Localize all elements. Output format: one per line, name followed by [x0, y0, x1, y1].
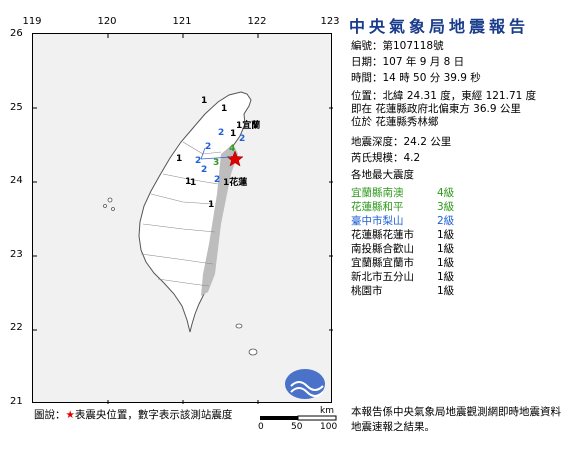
report-depth: 24.2 公里 [403, 136, 452, 148]
lat-label-26: 26 [10, 28, 23, 39]
scale-tick-50: 50 [291, 422, 303, 432]
intensity-level: 4級 [437, 187, 455, 199]
report-date: 107 年 9 月 8 日 [382, 56, 465, 68]
lon-label-122: 122 [247, 16, 267, 27]
report-depth-row: 地震深度：24.2 公里 [351, 136, 451, 148]
station-label: 2 [218, 128, 225, 138]
station-label: 2 [239, 134, 246, 144]
report-time-label: 時間： [351, 72, 383, 84]
station-label: 1 [208, 200, 215, 210]
intensity-row: 花蓮縣花蓮市 1級 [351, 227, 454, 242]
report-relative-location: 即在 花蓮縣政府北偏東方 36.9 公里 [351, 103, 521, 115]
intensity-location: 花蓮縣花蓮市 [351, 229, 414, 241]
lon-label-119: 119 [22, 16, 42, 27]
station-label: 2 [201, 165, 208, 175]
report-date-row: 日期：107 年 9 月 8 日 [351, 56, 464, 68]
intensity-row: 桃園市 1級 [351, 283, 454, 298]
station-label: 2 [205, 142, 212, 152]
intensity-location: 南投縣合歡山 [351, 243, 414, 255]
intensity-row: 臺中市梨山 2級 [351, 213, 454, 228]
intensity-row: 南投縣合歡山 1級 [351, 241, 454, 256]
cwb-logo [285, 369, 325, 399]
intensity-location: 宜蘭縣宜蘭市 [351, 257, 414, 269]
station-label: 4 [229, 144, 236, 154]
report-position-label: 位置： [351, 90, 383, 102]
intensity-location: 臺中市梨山 [351, 215, 404, 227]
station-label: 1 [221, 104, 228, 114]
station-label: 2 [214, 175, 221, 185]
intensity-row: 宜蘭縣宜蘭市 1級 [351, 255, 454, 270]
footer-line-1: 本報告係中央氣象局地震觀測網即時地震資料 [351, 406, 561, 418]
taiwan-island-shape [138, 91, 252, 333]
footer-note: 本報告係中央氣象局地震觀測網即時地震資料 地震速報之結果。 [351, 405, 561, 435]
intensity-level: 1級 [437, 271, 455, 283]
max-intensity-title: 各地最大震度 [351, 169, 414, 181]
report-magnitude-label: 芮氏規模： [351, 152, 404, 164]
intensity-row: 新北市五分山 1級 [351, 269, 454, 284]
report-date-label: 日期： [351, 56, 383, 68]
intensity-location: 新北市五分山 [351, 271, 414, 283]
penghu-islands [103, 197, 115, 211]
legend-star-icon: ★ [65, 409, 75, 421]
intensity-level: 2級 [437, 215, 455, 227]
intensity-row: 花蓮縣和平 3級 [351, 199, 454, 214]
intensity-row: 宜蘭縣南澳 4級 [351, 185, 454, 200]
lat-label-25: 25 [10, 102, 23, 113]
map-legend: 圖說：★表震央位置，數字表示該測站震度 [34, 407, 232, 422]
station-label: 1 [190, 178, 197, 188]
report-position-row: 位置：北緯 24.31 度，東經 121.71 度 [351, 90, 536, 102]
map-frame[interactable]: 1 1 1宜蘭 1 2 2 2 2 1 1 4 3 2 1 2 1花蓮 1 [32, 33, 333, 404]
intensity-level: 1級 [437, 243, 455, 255]
report-located-in: 位於 花蓮縣秀林鄉 [351, 116, 439, 128]
scale-tick-0: 0 [258, 422, 264, 432]
station-label: 1 [201, 96, 208, 106]
station-label: 1 [230, 129, 237, 139]
lon-label-123: 123 [320, 16, 340, 27]
lon-label-121: 121 [172, 16, 192, 27]
legend-text: 表震央位置，數字表示該測站震度 [74, 409, 233, 421]
intensity-level: 1級 [437, 229, 455, 241]
intensity-level: 1級 [437, 285, 455, 297]
lat-label-24: 24 [10, 175, 23, 186]
intensity-level: 1級 [437, 257, 455, 269]
green-island [235, 323, 243, 329]
footer-line-2: 地震速報之結果。 [351, 421, 435, 433]
report-number: 第107118號 [382, 40, 444, 52]
scale-unit: km [320, 406, 334, 416]
station-label: 1花蓮 [223, 178, 248, 188]
station-label: 1宜蘭 [236, 121, 261, 131]
report-time: 14 時 50 分 39.9 秒 [382, 72, 481, 84]
scale-bar: km 0 50 100 [258, 406, 338, 436]
report-depth-label: 地震深度： [351, 136, 404, 148]
station-label: 1 [176, 154, 183, 164]
scale-tick-100: 100 [320, 422, 338, 432]
lon-label-120: 120 [97, 16, 117, 27]
report-time-row: 時間：14 時 50 分 39.9 秒 [351, 72, 481, 84]
report-magnitude: 4.2 [403, 152, 421, 164]
orchid-island [248, 348, 258, 356]
taiwan-map [33, 34, 333, 404]
report-title: 中央氣象局地震報告 [349, 17, 530, 36]
report-number-label: 編號： [351, 40, 383, 52]
report-position: 北緯 24.31 度，東經 121.71 度 [382, 90, 537, 102]
lat-label-22: 22 [10, 322, 23, 333]
intensity-location: 桃園市 [351, 285, 383, 297]
lat-label-23: 23 [10, 249, 23, 260]
intensity-location: 宜蘭縣南澳 [351, 187, 404, 199]
station-label: 3 [213, 158, 220, 168]
intensity-location: 花蓮縣和平 [351, 201, 404, 213]
report-number-row: 編號：第107118號 [351, 40, 444, 52]
report-magnitude-row: 芮氏規模：4.2 [351, 152, 420, 164]
lat-label-21: 21 [10, 396, 23, 407]
legend-prefix: 圖說： [34, 409, 66, 421]
intensity-level: 3級 [437, 201, 455, 213]
